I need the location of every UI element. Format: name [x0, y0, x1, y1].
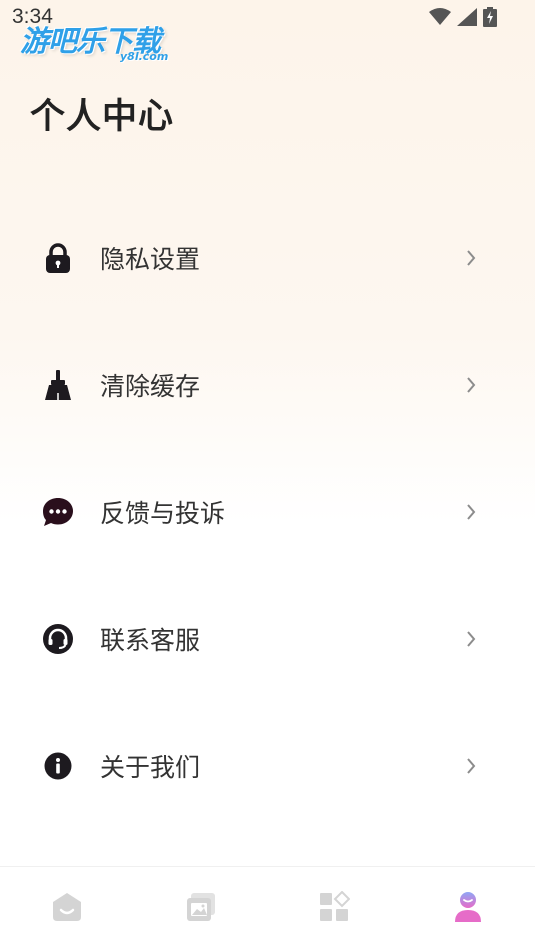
battery-charging-icon: [483, 7, 497, 31]
watermark-logo: 游吧乐下载 y8l.com: [20, 18, 190, 66]
page-title: 个人中心: [30, 97, 175, 137]
chevron-right-icon: [463, 756, 479, 776]
info-icon: [42, 750, 74, 782]
menu-item-clear-cache[interactable]: 清除缓存: [0, 321, 535, 448]
nav-item-profile[interactable]: [401, 867, 535, 951]
chevron-right-icon: [463, 502, 479, 522]
headset-icon: [42, 623, 74, 655]
menu-item-label: 隐私设置: [100, 244, 201, 274]
apps-icon: [318, 890, 351, 927]
menu-item-label: 清除缓存: [100, 371, 201, 401]
chevron-right-icon: [463, 248, 479, 268]
watermark-sub: y8l.com: [120, 50, 169, 63]
broom-icon: [42, 369, 74, 401]
menu-item-customer-service[interactable]: 联系客服: [0, 575, 535, 702]
profile-icon: [453, 891, 483, 927]
menu-item-label: 反馈与投诉: [100, 498, 226, 528]
signal-icon: [457, 8, 477, 30]
menu-item-about-us[interactable]: 关于我们: [0, 702, 535, 829]
menu-item-feedback[interactable]: 反馈与投诉: [0, 448, 535, 575]
home-icon: [51, 891, 83, 927]
status-icons: [429, 7, 497, 31]
menu-item-privacy-settings[interactable]: 隐私设置: [0, 194, 535, 321]
nav-item-apps[interactable]: [268, 867, 402, 951]
chat-bubble-icon: [42, 496, 74, 528]
chevron-right-icon: [463, 375, 479, 395]
nav-item-home[interactable]: [0, 867, 134, 951]
wifi-icon: [429, 8, 451, 30]
nav-item-gallery[interactable]: [134, 867, 268, 951]
menu-item-label: 关于我们: [100, 752, 201, 782]
gallery-icon: [185, 891, 217, 927]
menu-item-label: 联系客服: [100, 625, 201, 655]
settings-menu: 隐私设置 清除缓存 反馈与投诉 联系客服 关于我们: [0, 194, 535, 829]
bottom-nav: [0, 866, 535, 951]
chevron-right-icon: [463, 629, 479, 649]
lock-icon: [42, 242, 74, 274]
